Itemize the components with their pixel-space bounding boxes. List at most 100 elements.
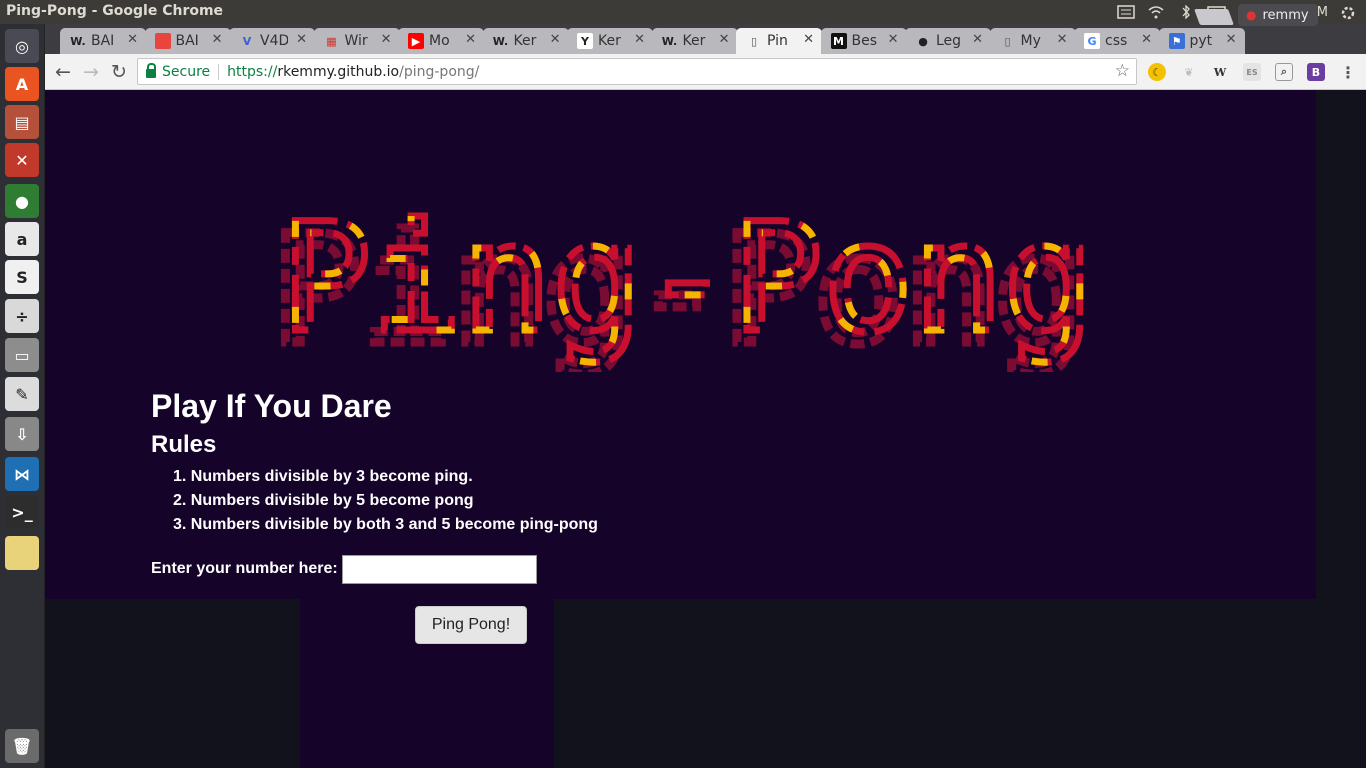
browser-tab[interactable]: W. Ker ✕ (482, 28, 569, 54)
tab-close-icon[interactable]: ✕ (127, 32, 138, 47)
tab-close-icon[interactable]: ✕ (634, 32, 645, 47)
extension-es-icon[interactable]: ES (1243, 63, 1261, 81)
tab-close-icon[interactable]: ✕ (1057, 32, 1068, 47)
power-gear-icon[interactable] (1340, 5, 1358, 20)
window-title: Ping-Pong - Google Chrome (6, 3, 224, 19)
logo-accent-text: Ping-Pong (281, 202, 1094, 366)
browser-tab[interactable]: ▦ Wir ✕ (313, 28, 400, 54)
forward-arrow-icon[interactable]: → (78, 59, 104, 85)
keyboard-menu-icon[interactable] (1117, 5, 1136, 19)
new-tab-button[interactable] (1194, 9, 1234, 25)
tab-title: Ker (513, 33, 537, 49)
slack-icon[interactable]: S (5, 260, 39, 294)
back-arrow-icon[interactable]: ← (50, 59, 76, 85)
chrome-menu-icon[interactable]: ⋮ (1339, 63, 1357, 82)
browser-tab[interactable]: BAI ✕ (144, 28, 231, 54)
settings-icon[interactable]: ✕ (5, 143, 39, 177)
tab-favicon-icon: Y (577, 33, 593, 49)
scanner-icon[interactable]: ▭ (5, 338, 39, 372)
extension-b-icon[interactable]: B (1307, 63, 1325, 81)
tab-close-icon[interactable]: ✕ (296, 32, 307, 47)
trash-icon[interactable]: 🗑 (5, 729, 39, 763)
address-separator (218, 63, 220, 80)
tab-title: BAI (175, 33, 199, 49)
tab-favicon-icon: ▶ (408, 33, 424, 49)
browser-tab[interactable]: ▯ My ✕ (989, 28, 1076, 54)
lock-icon (146, 62, 156, 78)
tab-favicon-icon: M (830, 33, 847, 49)
tab-favicon-icon: W. (70, 33, 86, 49)
profile-icon: ● (1246, 8, 1257, 22)
tab-close-icon[interactable]: ✕ (719, 32, 730, 47)
software-center-icon[interactable]: A (5, 67, 39, 101)
number-input[interactable] (342, 555, 537, 584)
text-editor-icon[interactable]: ✎ (5, 377, 39, 411)
installer-icon[interactable]: ⇩ (5, 417, 39, 451)
profile-button[interactable]: ● remmy (1238, 4, 1318, 26)
system-title-bar: Ping-Pong - Google Chrome 12:15 PM (0, 0, 1366, 24)
wifi-icon[interactable] (1147, 5, 1165, 19)
tab-title: Wir (344, 33, 368, 49)
tab-close-icon[interactable]: ✕ (465, 32, 476, 47)
bookmark-star-icon[interactable]: ☆ (1115, 61, 1130, 81)
dash-icon[interactable]: ◎ (5, 29, 39, 63)
amazon-icon[interactable]: a (5, 222, 39, 256)
tab-favicon-icon: W. (492, 33, 509, 49)
browser-tab[interactable]: Y Ker ✕ (567, 28, 653, 54)
tab-title: css (1105, 33, 1128, 49)
ping-pong-logo: Ping-Pong Ping-Pong Ping-Pong (267, 202, 1098, 372)
url-scheme: https:// (227, 63, 278, 80)
extension-wikipedia-icon[interactable]: W (1211, 63, 1229, 81)
tab-close-icon[interactable]: ✕ (1141, 32, 1152, 47)
rules-list: 1. Numbers divisible by 3 become ping. 2.… (151, 468, 598, 540)
reload-icon[interactable]: ↻ (106, 59, 132, 85)
tab-title: Leg (936, 33, 962, 49)
tab-close-icon[interactable]: ✕ (550, 32, 561, 47)
tab-close-icon[interactable]: ✕ (888, 32, 899, 47)
bluetooth-icon[interactable] (1177, 4, 1195, 20)
browser-tab[interactable]: Gcss ✕ (1074, 28, 1160, 54)
tab-favicon-icon: ▯ (746, 33, 762, 49)
chrome-icon[interactable]: ● (5, 184, 39, 218)
browser-tab[interactable]: ● Leg ✕ (905, 28, 991, 54)
tab-close-icon[interactable]: ✕ (972, 32, 983, 47)
files-icon[interactable]: ▤ (5, 105, 39, 139)
tab-strip: W. BAI ✕ BAI ✕ V V4D ✕ ▦ Wir ✕ ▶ Mo ✕ W. Ker ✕ Y Ker ✕ W. Ker… (45, 24, 1366, 54)
page-viewport: Ping-Pong Ping-Pong Ping-Pong Play If Yo… (45, 90, 1366, 768)
ping-pong-button[interactable]: Ping Pong! (415, 606, 527, 644)
browser-tab[interactable]: W. BAI ✕ (60, 28, 146, 54)
tab-favicon-icon: V (239, 33, 255, 49)
tab-title: Bes (851, 33, 878, 49)
tab-favicon-icon: G (1084, 33, 1100, 49)
secure-label: Secure (162, 63, 211, 80)
browser-tab[interactable]: V V4D ✕ (229, 28, 315, 54)
rules-heading: Rules (151, 431, 217, 458)
tab-title: Pin (767, 33, 788, 49)
browser-tab[interactable]: W. Ker ✕ (651, 28, 738, 54)
address-bar[interactable]: Secure https:// rkemmy.github.io /ping-p… (137, 58, 1137, 85)
tab-favicon-icon: ▯ (999, 33, 1016, 49)
tab-title: My (1020, 33, 1041, 49)
tab-close-icon[interactable]: ✕ (1226, 32, 1237, 47)
tab-title: pyt (1189, 33, 1213, 49)
browser-tab[interactable]: ▯ Pin ✕ (736, 28, 822, 54)
tab-favicon-icon: ● (915, 33, 931, 49)
extension-moon-icon[interactable]: ☾ (1148, 63, 1166, 81)
tab-close-icon[interactable]: ✕ (212, 32, 223, 47)
browser-tab[interactable]: ⚑ pyt ✕ (1158, 28, 1245, 54)
number-input-label: Enter your number here: (151, 560, 338, 577)
tab-close-icon[interactable]: ✕ (803, 32, 814, 47)
terminal-icon[interactable]: >_ (5, 495, 39, 529)
calculator-icon[interactable]: ÷ (5, 299, 39, 333)
tab-close-icon[interactable]: ✕ (381, 32, 392, 47)
browser-tab[interactable]: ▶ Mo ✕ (398, 28, 484, 54)
vscode-icon[interactable]: ⋈ (5, 457, 39, 491)
extension-feather-icon[interactable]: ❦ (1180, 63, 1198, 81)
browser-tab[interactable]: M Bes ✕ (820, 28, 907, 54)
rule-item: 1. Numbers divisible by 3 become ping. (173, 468, 473, 485)
browser-toolbar: ← → ↻ Secure https:// rkemmy.github.io /… (45, 54, 1366, 90)
tab-favicon-icon: W. (661, 33, 678, 49)
sticky-notes-icon[interactable] (5, 536, 39, 570)
tab-favicon-icon: ⚑ (1168, 33, 1185, 49)
extension-search-icon[interactable]: ⌕ (1275, 63, 1293, 81)
